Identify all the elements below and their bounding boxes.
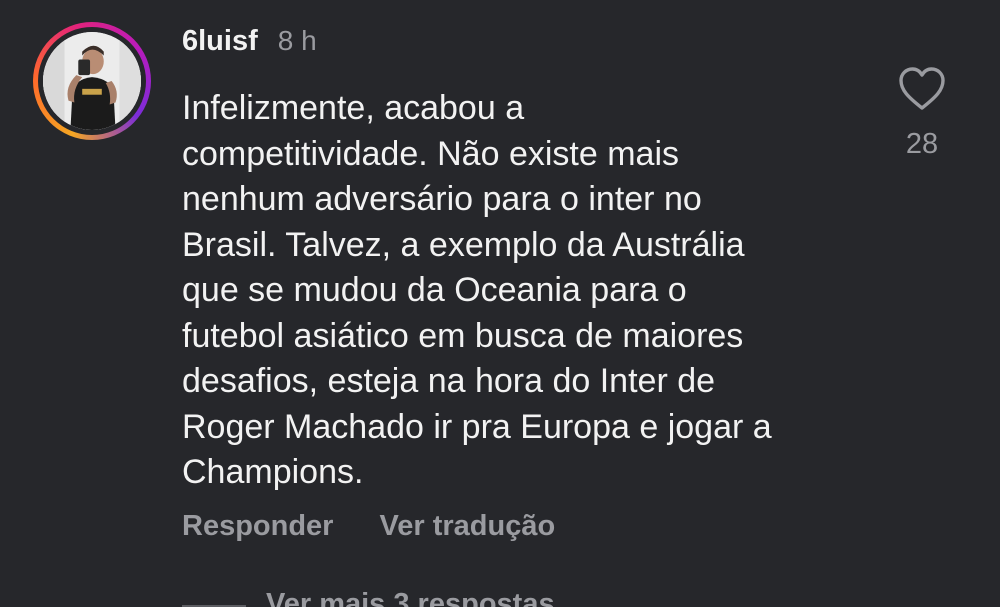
comment-time: 8 h: [277, 25, 317, 56]
avatar[interactable]: [43, 32, 141, 130]
comment-thread: 6luisf 8 h Infelizmente, acabou a compet…: [0, 0, 1000, 607]
like-button[interactable]: [898, 66, 946, 112]
view-more-replies-button[interactable]: Ver mais 3 respostas: [266, 588, 555, 607]
comment-actions: Responder Ver tradução: [182, 510, 555, 543]
like-count: 28: [905, 128, 939, 160]
comment-text: Infelizmente, acabou a competitividade. …: [182, 89, 772, 491]
reply-button[interactable]: Responder: [182, 510, 333, 543]
story-ring[interactable]: [33, 22, 151, 140]
heart-outline-icon: [899, 67, 945, 110]
comment-header: 6luisf 8 h: [182, 25, 317, 65]
translate-button[interactable]: Ver tradução: [379, 510, 555, 543]
username[interactable]: 6luisf: [182, 25, 258, 58]
avatar-photo: [43, 32, 141, 130]
